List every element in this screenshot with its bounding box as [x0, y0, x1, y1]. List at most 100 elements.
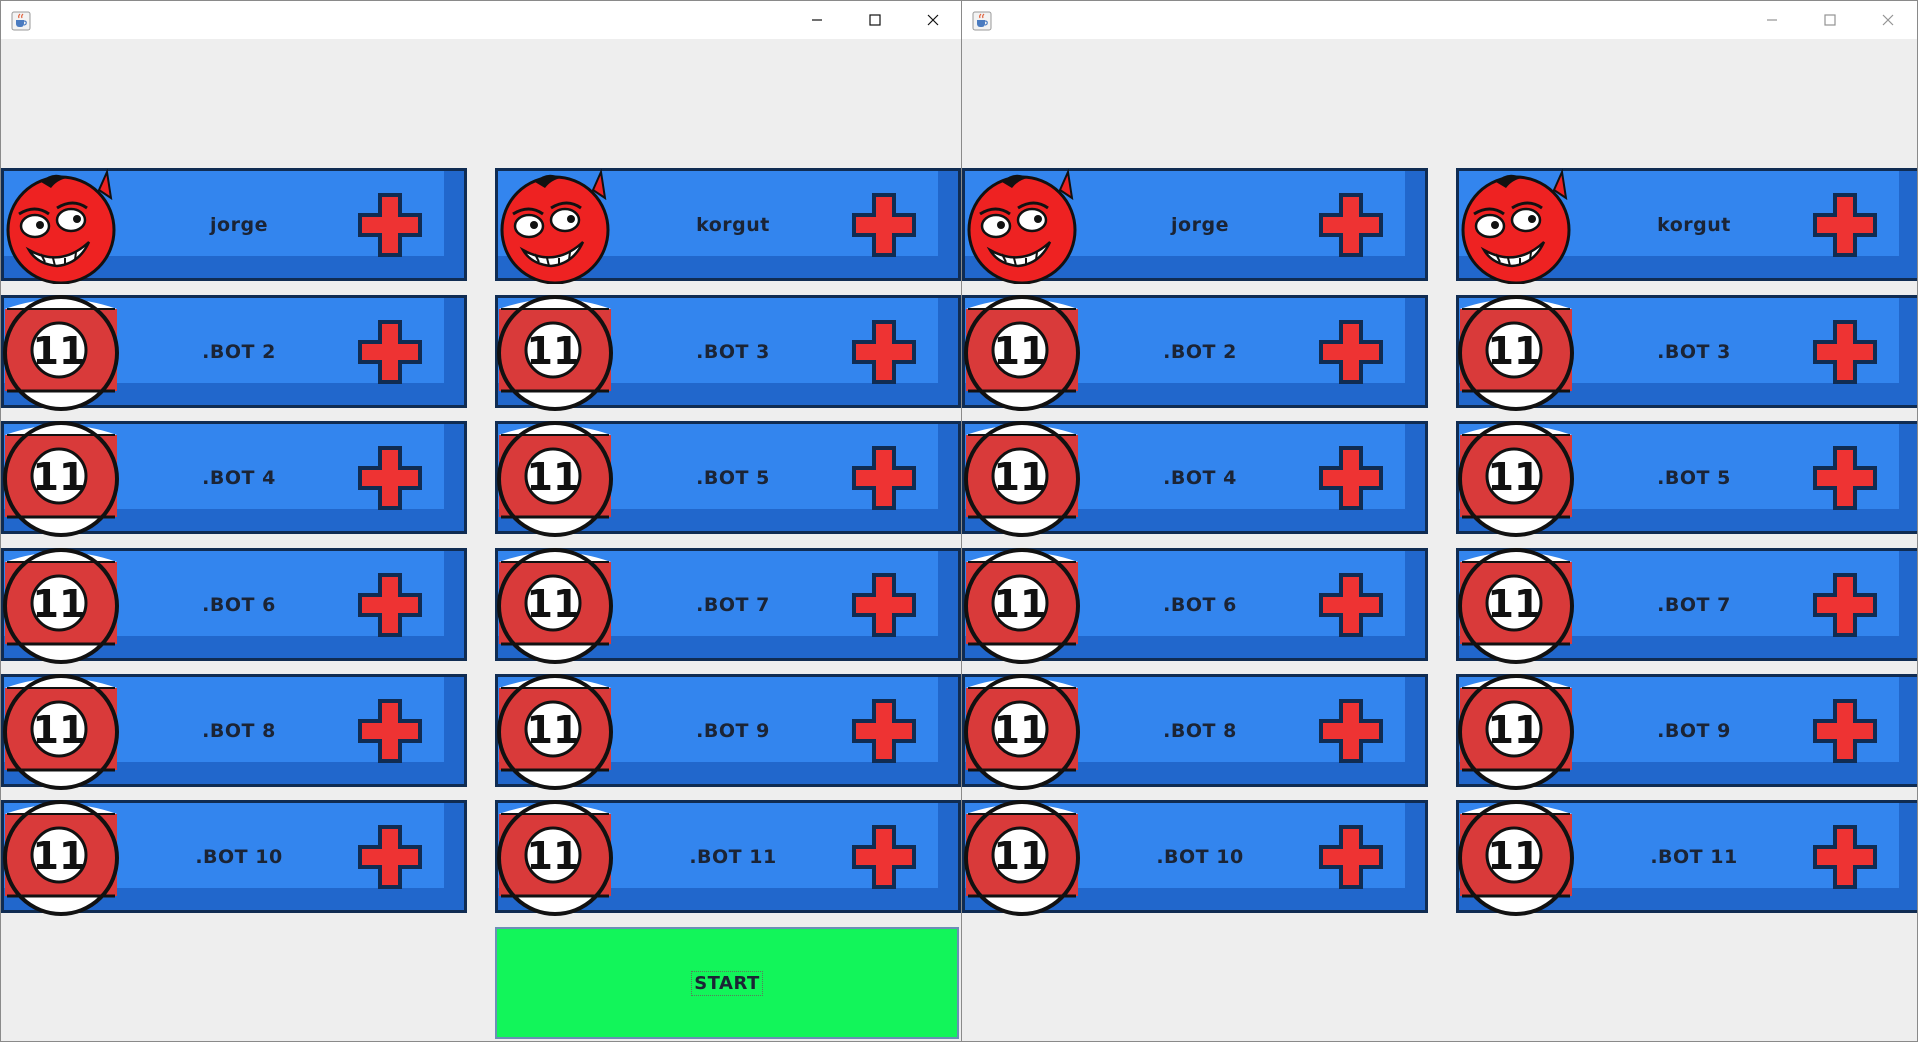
player-slot[interactable]: 11 .BOT 5	[1456, 421, 1917, 537]
player-name: .BOT 7	[696, 593, 770, 616]
svg-text:11: 11	[994, 834, 1047, 878]
plus-icon[interactable]	[1319, 320, 1383, 384]
player-slot[interactable]: 11 .BOT 7	[1456, 548, 1917, 664]
plus-icon[interactable]	[852, 320, 916, 384]
svg-text:11: 11	[33, 834, 86, 878]
plus-icon[interactable]	[1813, 573, 1877, 637]
player-slot[interactable]: 11 .BOT 5	[495, 421, 961, 537]
svg-text:11: 11	[527, 708, 580, 752]
plus-icon[interactable]	[358, 446, 422, 510]
plus-icon[interactable]	[1813, 320, 1877, 384]
billiard-ball-icon: 11	[3, 548, 119, 664]
minimize-button[interactable]	[1743, 1, 1801, 39]
player-slot[interactable]: 11 .BOT 4	[962, 421, 1428, 537]
billiard-ball-icon: 11	[3, 421, 119, 537]
player-slot[interactable]: 11 .BOT 11	[1456, 800, 1917, 916]
plus-icon[interactable]	[852, 193, 916, 257]
title-bar[interactable]	[962, 1, 1917, 39]
svg-text:11: 11	[33, 582, 86, 626]
billiard-ball-icon: 11	[1458, 295, 1574, 411]
billiard-ball-icon: 11	[964, 674, 1080, 790]
player-name: .BOT 5	[1657, 466, 1731, 489]
plus-icon[interactable]	[1319, 825, 1383, 889]
player-slot[interactable]: jorge	[1, 168, 467, 284]
player-name: .BOT 2	[1163, 340, 1237, 363]
billiard-ball-icon: 11	[3, 295, 119, 411]
game-window-secondary: jorge korgut 11 .BOT 2 11 .BOT 3 11 .BOT 4 11 .BO…	[962, 0, 1918, 1042]
start-button[interactable]: START	[495, 927, 959, 1039]
player-name: .BOT 3	[1657, 340, 1731, 363]
player-slot[interactable]: 11 .BOT 9	[495, 674, 961, 790]
player-slot[interactable]: 11 .BOT 6	[962, 548, 1428, 664]
player-slot[interactable]: 11 .BOT 6	[1, 548, 467, 664]
svg-text:11: 11	[33, 329, 86, 373]
svg-text:11: 11	[527, 329, 580, 373]
billiard-ball-icon: 11	[964, 295, 1080, 411]
close-icon	[927, 14, 939, 26]
player-slot[interactable]: 11 .BOT 7	[495, 548, 961, 664]
svg-text:11: 11	[527, 455, 580, 499]
player-slot[interactable]: 11 .BOT 2	[962, 295, 1428, 411]
java-cup-icon	[11, 11, 31, 31]
svg-text:11: 11	[527, 834, 580, 878]
plus-icon[interactable]	[358, 573, 422, 637]
player-name: .BOT 8	[202, 719, 276, 742]
plus-icon[interactable]	[1813, 825, 1877, 889]
player-slot[interactable]: korgut	[1456, 168, 1917, 284]
plus-icon[interactable]	[1319, 699, 1383, 763]
title-bar[interactable]	[1, 1, 961, 39]
maximize-icon	[869, 14, 881, 26]
plus-icon[interactable]	[1319, 573, 1383, 637]
player-slot[interactable]: 11 .BOT 11	[495, 800, 961, 916]
plus-icon[interactable]	[358, 825, 422, 889]
player-slot[interactable]: 11 .BOT 2	[1, 295, 467, 411]
svg-text:11: 11	[1488, 582, 1541, 626]
player-name: .BOT 4	[202, 466, 276, 489]
minimize-button[interactable]	[788, 1, 846, 39]
player-slot[interactable]: jorge	[962, 168, 1428, 284]
player-name: .BOT 4	[1163, 466, 1237, 489]
plus-icon[interactable]	[358, 320, 422, 384]
player-slot[interactable]: 11 .BOT 10	[962, 800, 1428, 916]
player-slot[interactable]: 11 .BOT 9	[1456, 674, 1917, 790]
player-name: .BOT 9	[1657, 719, 1731, 742]
plus-icon[interactable]	[852, 699, 916, 763]
close-button[interactable]	[1859, 1, 1917, 39]
billiard-ball-icon: 11	[1458, 800, 1574, 916]
plus-icon[interactable]	[358, 699, 422, 763]
svg-text:11: 11	[1488, 329, 1541, 373]
player-name: korgut	[696, 213, 770, 236]
plus-icon[interactable]	[1813, 446, 1877, 510]
player-name: .BOT 3	[696, 340, 770, 363]
close-button[interactable]	[904, 1, 961, 39]
svg-text:11: 11	[33, 708, 86, 752]
plus-icon[interactable]	[1813, 193, 1877, 257]
player-name: .BOT 11	[1650, 845, 1738, 868]
plus-icon[interactable]	[1319, 193, 1383, 257]
player-slot[interactable]: korgut	[495, 168, 961, 284]
player-name: .BOT 8	[1163, 719, 1237, 742]
plus-icon[interactable]	[1319, 446, 1383, 510]
maximize-icon	[1824, 14, 1836, 26]
plus-icon[interactable]	[1813, 699, 1877, 763]
player-name: .BOT 11	[689, 845, 777, 868]
plus-icon[interactable]	[852, 573, 916, 637]
plus-icon[interactable]	[852, 825, 916, 889]
player-name: .BOT 5	[696, 466, 770, 489]
player-slot[interactable]: 11 .BOT 8	[962, 674, 1428, 790]
player-slot[interactable]: 11 .BOT 8	[1, 674, 467, 790]
player-slot[interactable]: 11 .BOT 3	[1456, 295, 1917, 411]
maximize-button[interactable]	[846, 1, 904, 39]
plus-icon[interactable]	[852, 446, 916, 510]
plus-icon[interactable]	[358, 193, 422, 257]
maximize-button[interactable]	[1801, 1, 1859, 39]
player-slot[interactable]: 11 .BOT 10	[1, 800, 467, 916]
player-slot[interactable]: 11 .BOT 3	[495, 295, 961, 411]
billiard-ball-icon: 11	[497, 421, 613, 537]
player-slot[interactable]: 11 .BOT 4	[1, 421, 467, 537]
svg-text:11: 11	[1488, 708, 1541, 752]
billiard-ball-icon: 11	[964, 421, 1080, 537]
svg-text:11: 11	[994, 708, 1047, 752]
svg-text:11: 11	[1488, 834, 1541, 878]
billiard-ball-icon: 11	[964, 548, 1080, 664]
